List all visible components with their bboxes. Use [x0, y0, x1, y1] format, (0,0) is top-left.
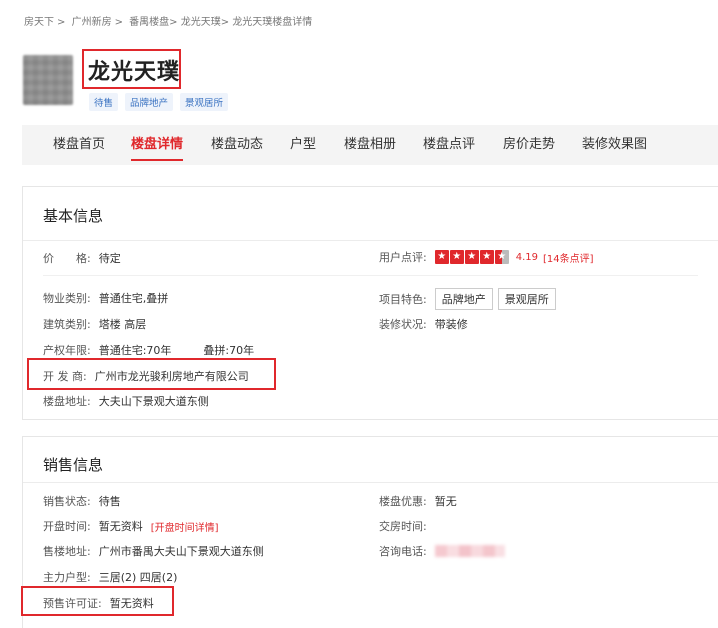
property-type-value: 普通住宅,叠拼 [98, 292, 169, 305]
price-row: 价 格: 待定 [43, 250, 121, 266]
feature-tag-view[interactable]: 景观居所 [497, 288, 556, 310]
rating-count-link[interactable]: [14条点评] [543, 250, 594, 265]
building-type-value: 塔楼 高层 [98, 318, 147, 331]
open-time-row: 开盘时间: 暂无资料 [开盘时间详情] [43, 518, 219, 534]
breadcrumb-link-project[interactable]: 龙光天璞 [181, 17, 221, 28]
term-value-stacked: 叠拼:70年 [203, 344, 255, 357]
address-row: 楼盘地址: 大夫山下景观大道东侧 [43, 393, 209, 409]
breadcrumb-separator: > [114, 17, 123, 28]
star-icon: ★ [464, 250, 479, 264]
project-nav: 楼盘首页 楼盘详情 楼盘动态 户型 楼盘相册 楼盘点评 房价走势 装修效果图 [22, 125, 718, 165]
discount-row: 楼盘优惠: 暂无 [379, 493, 457, 509]
phone-row: 咨询电话: [379, 543, 505, 559]
feature-tag-brand[interactable]: 品牌地产 [434, 288, 493, 310]
sale-status-value: 待售 [98, 495, 121, 508]
divider [23, 240, 718, 241]
open-time-details-link[interactable]: [开盘时间详情] [151, 519, 219, 534]
open-time-value: 暂无资料 [98, 520, 143, 533]
basic-info-title: 基本信息 [43, 207, 104, 225]
address-value: 大夫山下景观大道东侧 [98, 395, 209, 408]
delivery-row: 交房时间: [379, 518, 435, 534]
sales-info-title: 销售信息 [43, 456, 104, 474]
sales-office-label: 售楼地址: [43, 545, 91, 558]
main-units-row: 主力户型: 三居(2) 四居(2) [43, 569, 177, 585]
tab-floorplans[interactable]: 户型 [290, 125, 316, 165]
sales-office-value: 广州市番禺大夫山下景观大道东侧 [98, 545, 264, 558]
discount-label: 楼盘优惠: [379, 495, 427, 508]
star-icon: ★ [479, 250, 494, 264]
permit-highlight-box [21, 586, 174, 616]
tab-news[interactable]: 楼盘动态 [211, 125, 263, 165]
tab-album[interactable]: 楼盘相册 [344, 125, 396, 165]
half-star-icon: ★ [494, 250, 509, 264]
decor-label: 装修状况: [379, 318, 427, 331]
breadcrumb-current: 龙光天璞楼盘详情 [232, 17, 313, 28]
decor-row: 装修状况: 带装修 [379, 316, 468, 332]
property-type-label: 物业类别: [43, 292, 91, 305]
star-icon: ★ [449, 250, 464, 264]
term-row: 产权年限: 普通住宅:70年 叠拼:70年 [43, 342, 254, 358]
property-type-row: 物业类别: 普通住宅,叠拼 [43, 290, 168, 306]
discount-value: 暂无 [434, 495, 457, 508]
divider [43, 275, 698, 276]
breadcrumb-separator: > [220, 17, 230, 28]
tab-home[interactable]: 楼盘首页 [53, 125, 105, 165]
features-label: 项目特色: [379, 293, 427, 306]
decor-value: 带装修 [434, 318, 468, 331]
star-icon: ★ [434, 250, 449, 264]
address-label: 楼盘地址: [43, 395, 91, 408]
project-logo [23, 55, 73, 105]
price-label: 价 格: [43, 252, 91, 265]
phone-value-blurred [434, 545, 505, 557]
phone-label: 咨询电话: [379, 545, 427, 558]
term-value-residential: 普通住宅:70年 [98, 344, 172, 357]
breadcrumb: 房天下 > 广州新房 > 番禺楼盘> 龙光天璞> 龙光天璞楼盘详情 [24, 13, 312, 28]
main-units-label: 主力户型: [43, 571, 91, 584]
developer-highlight-box [27, 358, 276, 390]
rating-score: 4.19 [515, 251, 538, 263]
tab-reviews[interactable]: 楼盘点评 [423, 125, 475, 165]
breadcrumb-separator: > [57, 17, 66, 28]
sales-office-row: 售楼地址: 广州市番禺大夫山下景观大道东侧 [43, 543, 264, 559]
breadcrumb-link-gz-new[interactable]: 广州新房 [72, 17, 112, 28]
building-type-row: 建筑类别: 塔楼 高层 [43, 316, 146, 332]
tab-price-trend[interactable]: 房价走势 [503, 125, 555, 165]
tag-view: 景观居所 [180, 93, 229, 111]
features-row: 项目特色: 品牌地产 景观居所 [379, 288, 556, 310]
tab-decor[interactable]: 装修效果图 [582, 125, 647, 165]
breadcrumb-link-fang[interactable]: 房天下 [24, 17, 54, 28]
main-units-value: 三居(2) 四居(2) [98, 571, 178, 584]
delivery-label: 交房时间: [379, 520, 427, 533]
term-label: 产权年限: [43, 344, 91, 357]
building-type-label: 建筑类别: [43, 318, 91, 331]
rating-row: 用户点评: ★ ★ ★ ★ ★ 4.19 [14条点评] [379, 249, 594, 265]
tab-details[interactable]: 楼盘详情 [131, 125, 184, 165]
rating-stars: ★ ★ ★ ★ ★ [434, 250, 510, 264]
project-tags: 待售 品牌地产 景观居所 [89, 93, 229, 111]
sale-status-label: 销售状态: [43, 495, 91, 508]
divider [23, 482, 718, 483]
open-time-label: 开盘时间: [43, 520, 91, 533]
rating-label: 用户点评: [379, 251, 427, 264]
tag-brand: 品牌地产 [125, 93, 174, 111]
price-value: 待定 [98, 252, 121, 265]
page-title: 龙光天璞 [88, 60, 181, 85]
breadcrumb-separator: > [169, 17, 178, 28]
sale-status-row: 销售状态: 待售 [43, 493, 121, 509]
breadcrumb-link-panyu[interactable]: 番禺楼盘 [129, 17, 169, 28]
tag-status: 待售 [89, 93, 119, 111]
